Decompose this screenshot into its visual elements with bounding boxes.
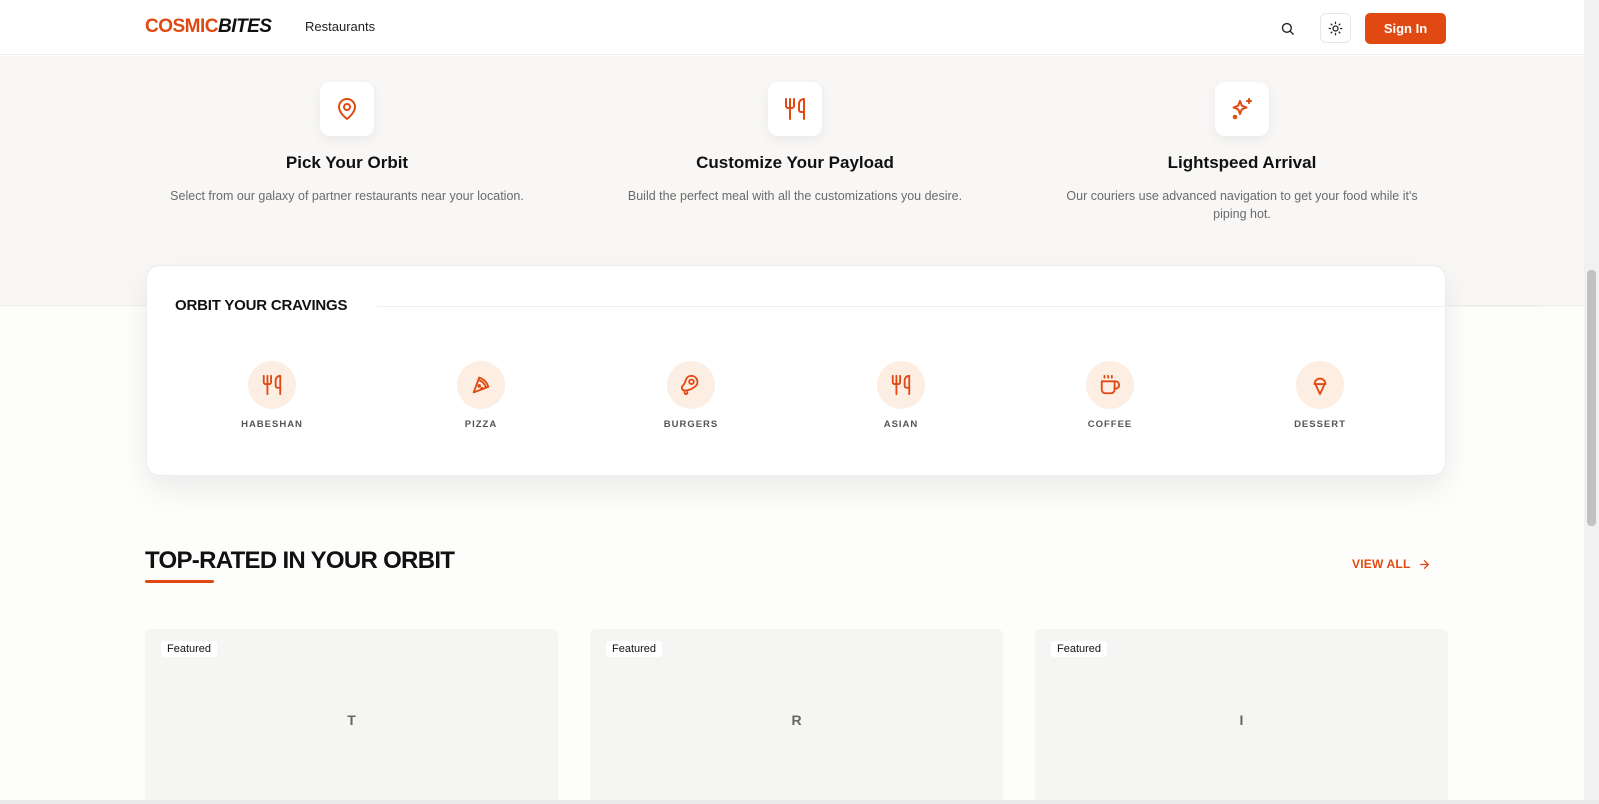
divider — [377, 306, 1543, 307]
category-icon-circle — [667, 361, 715, 409]
logo-part-cosmic: COSMIC — [145, 16, 219, 37]
category-icon-circle — [1296, 361, 1344, 409]
restaurant-initial: I — [1239, 712, 1244, 728]
arrow-right-icon — [1420, 559, 1430, 569]
view-all-label: VIEW ALL — [1352, 557, 1411, 571]
step-customize-payload: Customize Your Payload Build the perfect… — [595, 82, 995, 205]
step-description: Select from our galaxy of partner restau… — [170, 189, 524, 203]
vertical-scrollbar[interactable] — [1584, 0, 1599, 804]
ice-cream-icon — [1313, 377, 1327, 396]
coffee-icon — [1100, 374, 1121, 395]
featured-badge: Featured — [161, 641, 218, 657]
step-icon-box — [320, 82, 374, 136]
category-label: PIZZA — [464, 419, 498, 430]
beef-icon — [680, 374, 699, 396]
restaurant-initial: T — [347, 712, 356, 728]
pizza-icon — [472, 376, 490, 394]
step-description: Build the perfect meal with all the cust… — [627, 189, 963, 203]
step-title: Customize Your Payload — [696, 153, 894, 172]
category-label: DESSERT — [1294, 419, 1346, 430]
category-label: COFFEE — [1087, 419, 1133, 430]
category-asian[interactable]: ASIAN — [841, 361, 961, 430]
step-pick-orbit: Pick Your Orbit Select from our galaxy o… — [147, 82, 547, 205]
map-pin-icon — [338, 98, 356, 120]
category-icon-circle — [457, 361, 505, 409]
category-label: ASIAN — [883, 419, 919, 430]
restaurant-card[interactable]: Featured T — [145, 629, 558, 804]
category-icon-circle — [248, 361, 296, 409]
step-icon-box — [1215, 82, 1269, 136]
featured-badge: Featured — [1051, 641, 1108, 657]
category-dessert[interactable]: DESSERT — [1260, 361, 1380, 430]
category-icon-circle — [877, 361, 925, 409]
category-label: BURGERS — [663, 419, 719, 430]
step-title: Pick Your Orbit — [285, 153, 409, 172]
sign-in-button[interactable]: Sign In — [1365, 13, 1446, 44]
step-lightspeed-arrival: Lightspeed Arrival Our couriers use adva… — [1042, 82, 1442, 223]
utensils-icon — [785, 98, 805, 120]
step-description: Our couriers use advanced navigation to … — [1066, 189, 1418, 221]
utensils-icon — [891, 374, 911, 396]
search-button[interactable] — [1277, 18, 1297, 38]
top-header: COSMICBITES Restaurants Sign In — [0, 0, 1584, 55]
top-rated-heading: TOP-RATED IN YOUR ORBIT — [145, 547, 455, 574]
nav-restaurants-link[interactable]: Restaurants — [305, 19, 375, 34]
category-burgers[interactable]: BURGERS — [631, 361, 751, 430]
category-pizza[interactable]: PIZZA — [421, 361, 541, 430]
utensils-icon — [262, 374, 282, 396]
logo-part-bites: BITES — [218, 16, 272, 37]
heading-underline — [145, 580, 214, 583]
category-habeshan[interactable]: HABESHAN — [212, 361, 332, 430]
restaurant-card[interactable]: Featured R — [590, 629, 1003, 804]
step-icon-box — [768, 82, 822, 136]
logo[interactable]: COSMICBITES — [145, 16, 272, 38]
step-title: Lightspeed Arrival — [1167, 153, 1317, 172]
category-icon-circle — [1086, 361, 1134, 409]
search-icon — [1281, 22, 1294, 35]
restaurant-card[interactable]: Featured I — [1035, 629, 1448, 804]
bottom-edge — [0, 800, 1599, 804]
featured-badge: Featured — [606, 641, 663, 657]
restaurant-initial: R — [791, 712, 802, 728]
theme-toggle-button[interactable] — [1320, 13, 1351, 43]
sparkles-icon — [1232, 98, 1252, 120]
sun-icon — [1328, 21, 1343, 35]
category-coffee[interactable]: COFFEE — [1050, 361, 1170, 430]
cravings-heading: ORBIT YOUR CRAVINGS — [175, 297, 348, 314]
cravings-card: ORBIT YOUR CRAVINGS HABESHAN PIZZA BURGE… — [146, 265, 1543, 476]
view-all-link[interactable]: VIEW ALL — [1352, 557, 1431, 571]
scrollbar-thumb[interactable] — [1587, 270, 1596, 526]
category-label: HABESHAN — [241, 419, 303, 430]
